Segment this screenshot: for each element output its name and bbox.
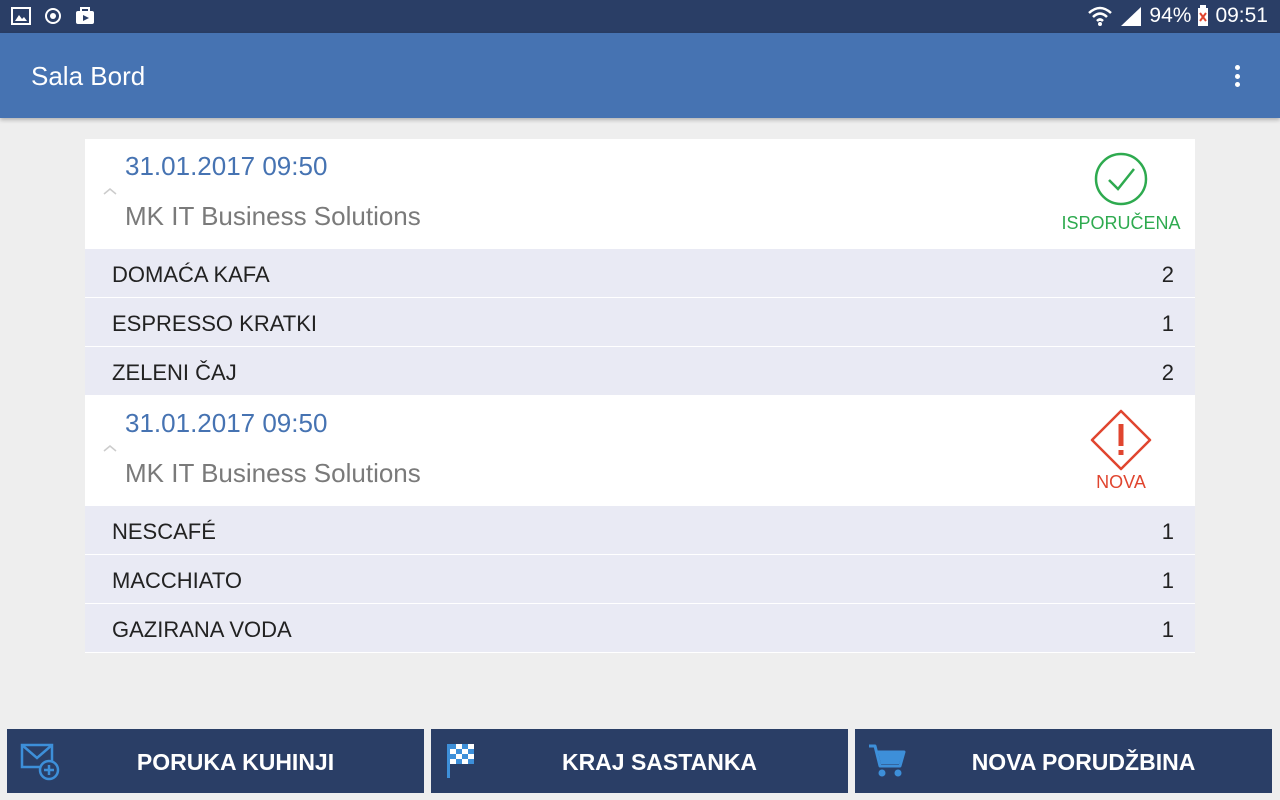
list-item[interactable]: MACCHIATO 1: [85, 555, 1195, 604]
item-qty: 1: [1161, 311, 1174, 336]
order-status: NOVA: [1047, 408, 1195, 498]
item-qty: 2: [1161, 360, 1174, 385]
app-bar: Sala Bord: [0, 33, 1280, 118]
item-qty: 2: [1161, 262, 1174, 287]
item-name: DOMAĆA KAFA: [112, 262, 270, 287]
new-order-button[interactable]: NOVA PORUDŽBINA: [855, 729, 1272, 793]
item-name: ESPRESSO KRATKI: [112, 311, 317, 336]
list-item[interactable]: ESPRESSO KRATKI 1: [85, 298, 1195, 347]
list-item[interactable]: ZELENI ČAJ 2: [85, 347, 1195, 396]
item-qty: 1: [1161, 519, 1174, 544]
list-item[interactable]: NESCAFÉ 1: [85, 506, 1195, 555]
chevron-up-icon[interactable]: [102, 443, 118, 453]
bottom-action-bar: PORUKA KUHINJI KRAJ SASTANKA NOVA PORUDŽ…: [0, 729, 1280, 793]
more-vert-icon[interactable]: [1230, 65, 1244, 87]
alert-diamond-icon: [1090, 409, 1152, 471]
clock: 09:51: [1215, 4, 1268, 27]
image-icon: [11, 7, 31, 25]
signal-icon: [1121, 7, 1142, 26]
list-item[interactable]: GAZIRANA VODA 1: [85, 604, 1195, 653]
message-kitchen-button[interactable]: PORUKA KUHINJI: [7, 729, 424, 793]
item-name: MACCHIATO: [112, 568, 242, 593]
end-meeting-button[interactable]: KRAJ SASTANKA: [431, 729, 848, 793]
wifi-icon: [1088, 6, 1113, 26]
status-label: NOVA: [1096, 472, 1146, 492]
status-bar-left-icons: [10, 6, 96, 26]
status-bar-right: 94% 09:51: [1087, 4, 1268, 28]
item-name: NESCAFÉ: [112, 519, 216, 544]
button-label: PORUKA KUHINJI: [136, 749, 335, 775]
briefcase-icon: [76, 7, 94, 24]
sync-icon: [45, 8, 61, 24]
order-status: ISPORUČENA: [1047, 151, 1195, 241]
item-name: ZELENI ČAJ: [112, 360, 237, 385]
button-label: NOVA PORUDŽBINA: [971, 749, 1196, 775]
order-datetime: 31.01.2017 09:50: [125, 408, 328, 438]
chevron-up-icon[interactable]: [102, 186, 118, 196]
order-header[interactable]: 31.01.2017 09:50 MK IT Business Solution…: [85, 139, 1195, 249]
battery-percent: 94%: [1149, 4, 1192, 27]
status-label: ISPORUČENA: [1061, 213, 1181, 233]
check-circle-icon: [1094, 152, 1148, 206]
order-client: MK IT Business Solutions: [125, 458, 421, 488]
battery-icon: [1198, 5, 1209, 26]
status-bar: 94% 09:51: [0, 0, 1280, 33]
page-title: Sala Bord: [31, 61, 146, 91]
item-name: GAZIRANA VODA: [112, 617, 292, 642]
order-list: 31.01.2017 09:50 MK IT Business Solution…: [85, 139, 1195, 653]
order-header[interactable]: 31.01.2017 09:50 MK IT Business Solution…: [85, 396, 1195, 506]
button-label: KRAJ SASTANKA: [561, 749, 758, 775]
item-qty: 1: [1161, 617, 1174, 642]
order-datetime: 31.01.2017 09:50: [125, 151, 328, 181]
order-client: MK IT Business Solutions: [125, 201, 421, 231]
item-qty: 1: [1161, 568, 1174, 593]
list-item[interactable]: DOMAĆA KAFA 2: [85, 249, 1195, 298]
